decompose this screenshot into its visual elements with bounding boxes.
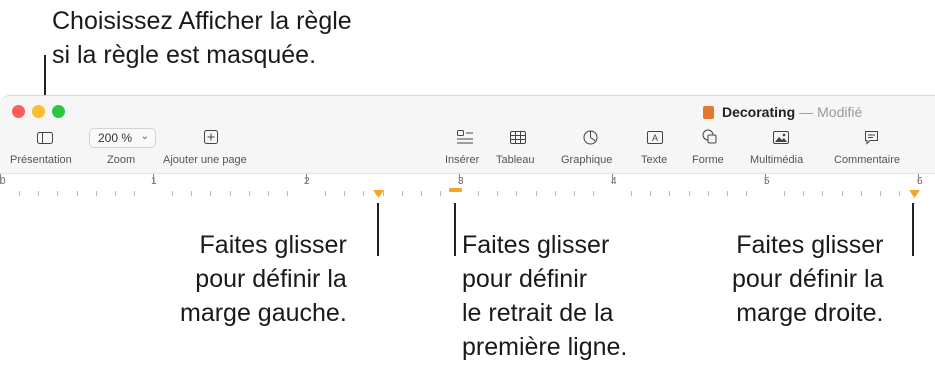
zoom-value: 200 % [98, 131, 133, 145]
callout-line-first-line [454, 203, 456, 256]
add-page-label: Ajouter une page [163, 154, 247, 166]
ruler-minor-tick [861, 191, 862, 196]
comment-label: Commentaire [834, 154, 901, 166]
ruler-minor-tick [363, 191, 364, 196]
ruler-minor-tick [57, 191, 58, 196]
ruler-minor-tick [115, 191, 116, 196]
add-page-icon[interactable] [204, 130, 218, 147]
window-title-bar: Decorating — Modifié [703, 104, 862, 120]
callout-left-margin: Faites glisser pour définir la marge gau… [180, 231, 347, 327]
ruler-minor-tick [19, 191, 20, 196]
ruler-minor-tick [77, 191, 78, 196]
callout-line-right-margin [912, 203, 914, 256]
title-separator: — [799, 104, 814, 120]
close-button[interactable] [12, 105, 25, 118]
ruler-major-tick [153, 174, 154, 184]
ruler-minor-tick [440, 191, 441, 196]
app-window: Decorating — Modifié Présentation 200 % ⌄ … [0, 95, 935, 202]
ruler-minor-tick [383, 191, 384, 196]
ruler-minor-tick [191, 191, 192, 196]
ruler-minor-tick [478, 191, 479, 196]
ruler-major-tick [612, 174, 613, 184]
chart-icon[interactable] [583, 130, 598, 148]
ruler-minor-tick [421, 191, 422, 196]
shape-label: Forme [692, 154, 724, 166]
ruler-major-tick [306, 174, 307, 184]
zoom-window-button[interactable] [52, 105, 65, 118]
media-label: Multimédia [750, 154, 804, 166]
svg-text:A: A [652, 133, 658, 143]
ruler-minor-tick [669, 191, 670, 196]
insert-label: Insérer [445, 154, 480, 166]
ruler-minor-tick [574, 191, 575, 196]
ruler-minor-tick [96, 191, 97, 196]
ruler-minor-tick [555, 191, 556, 196]
ruler-major-tick [918, 174, 919, 184]
ruler-minor-tick [689, 191, 690, 196]
chart-label: Graphique [561, 154, 613, 166]
ruler-major-tick [0, 174, 1, 184]
ruler-minor-tick [344, 191, 345, 196]
ruler-minor-tick [727, 191, 728, 196]
text-label: Texte [641, 154, 668, 166]
ruler-minor-tick [784, 191, 785, 196]
presentation-label: Présentation [10, 154, 72, 166]
ruler-minor-tick [880, 191, 881, 196]
table-label: Tableau [496, 154, 535, 166]
ruler-minor-tick [134, 191, 135, 196]
right-margin-marker[interactable] [909, 190, 920, 199]
comment-icon[interactable] [864, 130, 879, 148]
document-status: Modifié [817, 104, 863, 120]
ruler-minor-tick [650, 191, 651, 196]
ruler-minor-tick [516, 191, 517, 196]
ruler[interactable]: 0 1 2 3 4 5 6 [0, 173, 935, 202]
ruler-minor-tick [842, 191, 843, 196]
shape-icon[interactable] [702, 129, 717, 147]
sidebar-icon[interactable] [37, 132, 53, 147]
ruler-minor-tick [536, 191, 537, 196]
ruler-minor-tick [593, 191, 594, 196]
ruler-minor-tick [210, 191, 211, 196]
insert-icon[interactable] [457, 130, 473, 147]
ruler-minor-tick [746, 191, 747, 196]
ruler-minor-tick [268, 191, 269, 196]
ruler-minor-tick [822, 191, 823, 196]
ruler-minor-tick [172, 191, 173, 196]
ruler-minor-tick [708, 191, 709, 196]
zoom-label: Zoom [107, 154, 136, 166]
ruler-minor-tick [249, 191, 250, 196]
ruler-minor-tick [803, 191, 804, 196]
table-icon[interactable] [510, 131, 526, 147]
ruler-minor-tick [402, 191, 403, 196]
chevron-down-icon: ⌄ [140, 131, 149, 142]
zoom-select[interactable]: 200 % ⌄ [89, 128, 156, 148]
ruler-minor-tick [287, 191, 288, 196]
ruler-major-tick [459, 174, 460, 184]
callout-first-line: Faites glisser pour définir le retrait d… [462, 231, 628, 361]
ruler-minor-tick [631, 191, 632, 196]
callout-show-ruler: Choisissez Afficher la règle si la règle… [52, 7, 352, 69]
ruler-major-tick [765, 174, 766, 184]
ruler-minor-tick [325, 191, 326, 196]
media-icon[interactable] [773, 131, 789, 147]
text-box-icon[interactable]: A [647, 131, 663, 147]
first-line-indent-marker[interactable] [449, 188, 462, 195]
callout-line-left-margin [377, 203, 379, 256]
ruler-minor-tick [38, 191, 39, 196]
document-title: Decorating [722, 104, 796, 120]
ruler-minor-tick [497, 191, 498, 196]
minimize-button[interactable] [32, 105, 45, 118]
ruler-minor-tick [899, 191, 900, 196]
document-icon [703, 106, 714, 119]
callout-right-margin: Faites glisser pour définir la marge dro… [732, 231, 884, 327]
ruler-minor-tick [230, 191, 231, 196]
